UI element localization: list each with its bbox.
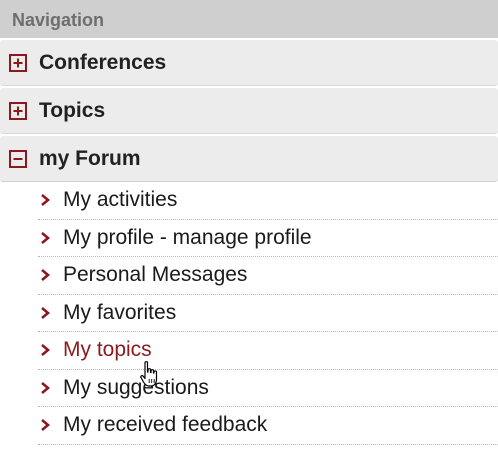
- plus-box-icon[interactable]: [9, 53, 27, 72]
- link-label[interactable]: My activities: [63, 188, 177, 212]
- forum-links-list: My activities My profile - manage profil…: [38, 182, 498, 445]
- link-label[interactable]: My topics: [63, 338, 152, 362]
- link-label[interactable]: My received feedback: [63, 413, 267, 437]
- link-my-suggestions[interactable]: My suggestions: [38, 370, 498, 407]
- link-my-topics[interactable]: My topics: [38, 332, 498, 370]
- chevron-right-icon: [38, 268, 52, 282]
- section-my-forum[interactable]: my Forum: [0, 136, 498, 182]
- link-my-activities[interactable]: My activities: [38, 182, 498, 220]
- link-label[interactable]: My suggestions: [63, 376, 209, 400]
- chevron-right-icon: [38, 343, 52, 357]
- link-label[interactable]: Personal Messages: [63, 263, 247, 287]
- section-topics[interactable]: Topics: [0, 88, 498, 134]
- link-my-profile[interactable]: My profile - manage profile: [38, 220, 498, 257]
- section-conferences[interactable]: Conferences: [0, 40, 498, 86]
- link-label[interactable]: My profile - manage profile: [63, 226, 312, 250]
- plus-box-icon[interactable]: [9, 101, 27, 120]
- section-label: Conferences: [39, 50, 167, 74]
- chevron-right-icon: [38, 418, 52, 432]
- link-my-favorites[interactable]: My favorites: [38, 295, 498, 332]
- navigation-panel: Navigation Conferences Topics my Forum M…: [0, 0, 498, 455]
- section-label: my Forum: [39, 146, 141, 170]
- minus-box-icon[interactable]: [9, 149, 27, 168]
- link-my-received-feedback[interactable]: My received feedback: [38, 407, 498, 445]
- chevron-right-icon: [38, 193, 52, 207]
- link-label[interactable]: My favorites: [63, 301, 176, 325]
- section-label: Topics: [39, 98, 106, 122]
- chevron-right-icon: [38, 306, 52, 320]
- chevron-right-icon: [38, 231, 52, 245]
- chevron-right-icon: [38, 381, 52, 395]
- navigation-title: Navigation: [0, 0, 498, 38]
- link-personal-messages[interactable]: Personal Messages: [38, 257, 498, 295]
